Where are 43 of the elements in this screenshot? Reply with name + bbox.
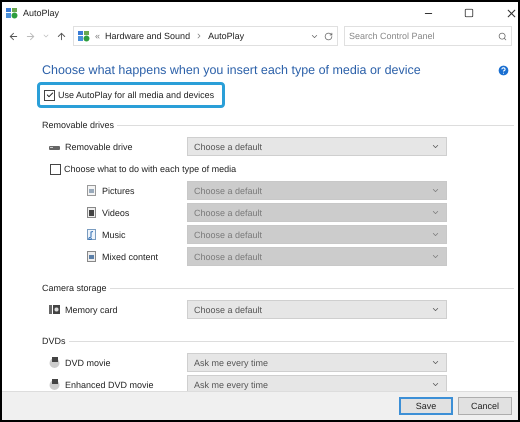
breadcrumb-item[interactable]: AutoPlay xyxy=(208,31,244,41)
section-title: Removable drives xyxy=(42,120,114,130)
device-label: Memory card xyxy=(65,304,118,314)
memory-card-icon xyxy=(49,304,60,315)
disc-icon xyxy=(49,357,60,368)
refresh-icon[interactable] xyxy=(324,32,333,40)
device-label: DVD movie xyxy=(65,358,111,368)
close-icon xyxy=(505,6,518,20)
device-label: Enhanced DVD movie xyxy=(65,380,154,390)
media-file-icon xyxy=(86,251,97,262)
address-bar[interactable]: « Hardware and Sound AutoPlay xyxy=(73,26,338,46)
maximize-icon xyxy=(464,8,474,18)
search-field[interactable]: Search Control Panel xyxy=(344,26,512,46)
window-title: AutoPlay xyxy=(23,8,60,18)
page-heading: Choose what happens when you insert each type of media or device xyxy=(42,63,421,77)
section-title: DVDs xyxy=(42,336,66,346)
device-label: Mixed content xyxy=(102,252,158,262)
disc-icon xyxy=(49,379,60,390)
overflow-marker[interactable]: « xyxy=(95,31,100,41)
media-type-checkbox[interactable]: Choose what to do with each type of media xyxy=(50,164,236,174)
dialog-button[interactable]: Save xyxy=(399,397,453,415)
image-file-icon xyxy=(86,185,97,196)
back-button[interactable] xyxy=(8,30,19,42)
action-dropdown[interactable]: Choose a default xyxy=(187,300,447,319)
up-button[interactable] xyxy=(56,30,67,42)
search-icon xyxy=(498,32,507,40)
action-dropdown[interactable]: Ask me every time xyxy=(187,353,447,372)
action-dropdown[interactable]: Choose a default xyxy=(187,137,447,156)
music-file-icon xyxy=(86,229,97,240)
breadcrumb-item[interactable]: Hardware and Sound xyxy=(105,31,190,41)
check-icon xyxy=(46,91,54,99)
autoplay-checkbox[interactable]: Use AutoPlay for all media and devices xyxy=(44,90,214,100)
device-label: Removable drive xyxy=(65,142,133,152)
section-title: Camera storage xyxy=(42,283,107,293)
video-file-icon xyxy=(86,207,97,218)
device-label: Videos xyxy=(102,208,130,218)
dialog-button[interactable]: Cancel xyxy=(458,397,512,415)
control-panel-icon xyxy=(6,8,18,18)
device-label: Music xyxy=(102,230,126,240)
device-label: Pictures xyxy=(102,186,135,196)
control-panel-icon xyxy=(78,30,90,42)
action-dropdown[interactable]: Ask me every time xyxy=(187,375,447,391)
help-icon[interactable] xyxy=(497,64,510,76)
